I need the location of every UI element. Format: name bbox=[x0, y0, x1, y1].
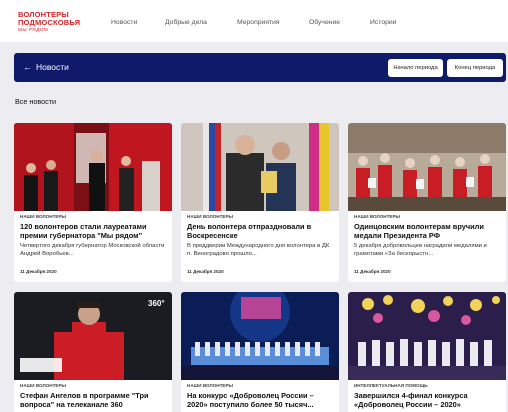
news-image bbox=[14, 123, 172, 211]
news-image: 360° bbox=[14, 292, 172, 380]
nav-item-events[interactable]: Мероприятия bbox=[237, 19, 280, 26]
page-title: Новости bbox=[36, 62, 69, 72]
card-title[interactable]: Завершился 4-финал конкурса «Доброволец … bbox=[354, 391, 502, 409]
news-image bbox=[181, 292, 339, 380]
top-navigation-bar: Волонтеры Подмосковья МЫ РЯДОМ Новости Д… bbox=[0, 0, 508, 42]
card-title[interactable]: На конкурс «Доброволец России – 2020» по… bbox=[187, 391, 335, 409]
card-category: Интеллектуальная помощь bbox=[354, 383, 428, 388]
card-title[interactable]: Одинцовским волонтерам вручили медали Пр… bbox=[354, 222, 502, 240]
nav-item-stories[interactable]: Истории bbox=[370, 19, 396, 26]
card-excerpt: Четвертого декабря губернатор Московской… bbox=[20, 243, 165, 257]
card-date: 11 Декабря 2020 bbox=[187, 269, 224, 274]
news-card[interactable]: Наши волонтеры День волонтера отпразднов… bbox=[181, 123, 339, 282]
news-card[interactable]: Интеллектуальная помощь Завершился 4-фин… bbox=[348, 292, 506, 412]
news-card[interactable]: Наши волонтеры Одинцовским волонтерам вр… bbox=[348, 123, 506, 282]
card-excerpt: В преддверии Международного дня волонтер… bbox=[187, 243, 330, 257]
card-category: Наши волонтеры bbox=[20, 214, 67, 219]
tv-channel-logo: 360° bbox=[148, 299, 165, 308]
end-period-button[interactable]: Конец периода bbox=[447, 59, 503, 77]
news-image bbox=[348, 123, 506, 211]
card-date: 11 Декабря 2020 bbox=[354, 269, 391, 274]
card-excerpt: 5 декабря добровольцев наградили медалям… bbox=[354, 243, 487, 257]
news-card[interactable]: 360° Наши волонтеры Стефан Ангелов в про… bbox=[14, 292, 172, 412]
section-title: Все новости bbox=[15, 97, 56, 106]
nav-item-news[interactable]: Новости bbox=[111, 19, 137, 26]
card-category: Наши волонтеры bbox=[20, 383, 67, 388]
news-card[interactable]: Наши волонтеры На конкурс «Доброволец Ро… bbox=[181, 292, 339, 412]
card-date: 11 Декабря 2020 bbox=[20, 269, 57, 274]
card-title[interactable]: 120 волонтеров стали лауреатами премии г… bbox=[20, 222, 168, 240]
nav-item-education[interactable]: Обучение bbox=[309, 19, 340, 26]
volunteers-logo[interactable]: Волонтеры Подмосковья МЫ РЯДОМ bbox=[18, 11, 88, 34]
news-image bbox=[181, 123, 339, 211]
nav-item-good-deeds[interactable]: Добрые дела bbox=[165, 19, 207, 26]
arrow-left-icon[interactable]: ← bbox=[23, 61, 32, 73]
page-header: ← Новости Начало периода Конец периода bbox=[14, 53, 506, 82]
card-category: Наши волонтеры bbox=[187, 214, 234, 219]
news-image bbox=[348, 292, 506, 380]
news-card[interactable]: Наши волонтеры 120 волонтеров стали лаур… bbox=[14, 123, 172, 282]
card-title[interactable]: Стефан Ангелов в программе "Три вопроса"… bbox=[20, 391, 168, 409]
card-category: Наши волонтеры bbox=[187, 383, 234, 388]
logo-line-2: Подмосковья bbox=[18, 18, 81, 27]
card-title[interactable]: День волонтера отпраздновали в Воскресен… bbox=[187, 222, 335, 240]
start-period-button[interactable]: Начало периода bbox=[388, 59, 443, 77]
card-category: Наши волонтеры bbox=[354, 214, 401, 219]
logo-tagline: МЫ РЯДОМ bbox=[18, 28, 49, 33]
